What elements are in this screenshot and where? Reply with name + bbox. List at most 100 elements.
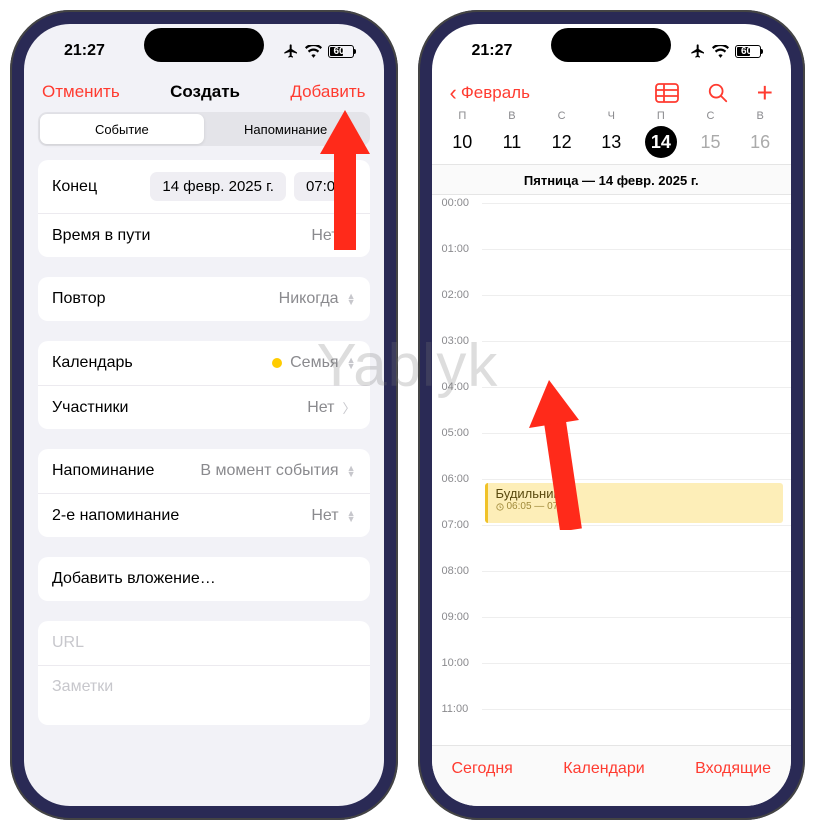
alert2-label: 2-е напоминание	[52, 507, 179, 525]
cancel-button[interactable]: Отменить	[42, 82, 120, 102]
segment-reminder[interactable]: Напоминание	[204, 114, 368, 144]
day-number[interactable]: 16	[744, 126, 776, 158]
calendar-label: Календарь	[52, 354, 133, 372]
battery-icon: 60	[328, 45, 354, 58]
participants-value: Нет	[307, 399, 334, 417]
hour-label: 01:00	[442, 243, 470, 255]
day-column[interactable]: С 15	[686, 110, 736, 158]
dynamic-island	[144, 28, 264, 62]
day-name: Ч	[586, 110, 636, 122]
day-column[interactable]: П 14	[636, 110, 686, 158]
updown-icon: ▲▼	[347, 293, 356, 305]
day-name: П	[636, 110, 686, 122]
search-icon[interactable]	[707, 82, 729, 104]
add-button[interactable]: Добавить	[290, 82, 365, 102]
timeline[interactable]: Будильник 06:05 — 07:05 00:00 01:00 02:00 0…	[432, 195, 792, 745]
hour-label: 05:00	[442, 427, 470, 439]
alert2-value: Нет	[311, 507, 338, 525]
travel-value: Нет	[311, 227, 338, 245]
status-time: 21:27	[472, 42, 513, 60]
group-attachment: Добавить вложение…	[38, 557, 370, 601]
add-event-icon[interactable]: +	[757, 83, 773, 103]
row-alert[interactable]: Напоминание В момент события▲▼	[38, 449, 370, 493]
calendars-button[interactable]: Календари	[563, 760, 644, 778]
calendar-value: Семья	[290, 354, 338, 372]
calendar-color-dot	[272, 358, 282, 368]
battery-icon: 60	[735, 45, 761, 58]
row-end[interactable]: Конец 14 февр. 2025 г. 07:05	[38, 160, 370, 213]
day-name: В	[487, 110, 537, 122]
notes-placeholder: Заметки	[52, 678, 113, 696]
segmented-control[interactable]: Событие Напоминание	[38, 112, 370, 146]
hour-line	[482, 203, 792, 204]
day-number[interactable]: 10	[446, 126, 478, 158]
day-name: С	[537, 110, 587, 122]
row-participants[interactable]: Участники Нет〉	[38, 385, 370, 429]
today-button[interactable]: Сегодня	[452, 760, 513, 778]
day-number[interactable]: 14	[645, 126, 677, 158]
full-date-header: Пятница — 14 февр. 2025 г.	[432, 165, 792, 195]
day-column[interactable]: В 16	[735, 110, 785, 158]
end-time[interactable]: 07:05	[294, 172, 356, 201]
travel-label: Время в пути	[52, 227, 150, 245]
day-number[interactable]: 15	[695, 126, 727, 158]
calendar-nav: ‹ Февраль +	[432, 78, 792, 110]
hour-line	[482, 479, 792, 480]
hour-line	[482, 387, 792, 388]
hour-line	[482, 295, 792, 296]
row-alert2[interactable]: 2-е напоминание Нет▲▼	[38, 493, 370, 537]
hour-label: 11:00	[442, 703, 469, 715]
airplane-icon	[283, 43, 299, 59]
event-block[interactable]: Будильник 06:05 — 07:05	[485, 483, 784, 523]
hour-line	[482, 617, 792, 618]
chevron-left-icon: ‹	[450, 80, 457, 106]
hour-label: 00:00	[442, 197, 470, 209]
group-calendar: Календарь Семья ▲▼ Участники Нет〉	[38, 341, 370, 429]
back-label: Февраль	[461, 83, 530, 103]
row-attachment[interactable]: Добавить вложение…	[38, 557, 370, 601]
group-notes: URL Заметки	[38, 621, 370, 725]
hour-label: 06:00	[442, 473, 470, 485]
row-calendar[interactable]: Календарь Семья ▲▼	[38, 341, 370, 385]
row-repeat[interactable]: Повтор Никогда▲▼	[38, 277, 370, 321]
phone-left: 21:27 60 Отменить Создать Добавить Событ…	[10, 10, 398, 820]
nav-title: Создать	[170, 82, 240, 102]
row-url[interactable]: URL	[38, 621, 370, 665]
list-view-icon[interactable]	[655, 83, 679, 103]
phone-right: 21:27 60 ‹ Февраль + П 10 В 11 С 12 Ч 13	[418, 10, 806, 820]
end-date[interactable]: 14 февр. 2025 г.	[150, 172, 286, 201]
hour-line	[482, 249, 792, 250]
group-repeat: Повтор Никогда▲▼	[38, 277, 370, 321]
hour-label: 10:00	[442, 657, 470, 669]
updown-icon: ▲▼	[347, 357, 356, 369]
hour-line	[482, 709, 792, 710]
day-column[interactable]: В 11	[487, 110, 537, 158]
day-column[interactable]: Ч 13	[586, 110, 636, 158]
inbox-button[interactable]: Входящие	[695, 760, 771, 778]
hour-label: 03:00	[442, 335, 470, 347]
dynamic-island	[551, 28, 671, 62]
day-name: В	[735, 110, 785, 122]
day-column[interactable]: С 12	[537, 110, 587, 158]
airplane-icon	[690, 43, 706, 59]
day-number[interactable]: 11	[496, 126, 528, 158]
day-name: С	[686, 110, 736, 122]
day-number[interactable]: 12	[546, 126, 578, 158]
hour-label: 07:00	[442, 519, 470, 531]
group-alerts: Напоминание В момент события▲▼ 2-е напом…	[38, 449, 370, 537]
hour-line	[482, 571, 792, 572]
repeat-value: Никогда	[279, 290, 339, 308]
back-button[interactable]: ‹ Февраль	[450, 80, 530, 106]
hour-line	[482, 525, 792, 526]
row-travel-time[interactable]: Время в пути Нет▲▼	[38, 213, 370, 257]
hour-line	[482, 663, 792, 664]
hour-label: 02:00	[442, 289, 470, 301]
status-time: 21:27	[64, 42, 105, 60]
day-name: П	[438, 110, 488, 122]
week-row: П 10 В 11 С 12 Ч 13 П 14 С 15 В 16	[432, 110, 792, 165]
row-notes[interactable]: Заметки	[38, 665, 370, 725]
attachment-label: Добавить вложение…	[52, 570, 216, 588]
day-number[interactable]: 13	[595, 126, 627, 158]
segment-event[interactable]: Событие	[40, 114, 204, 144]
day-column[interactable]: П 10	[438, 110, 488, 158]
